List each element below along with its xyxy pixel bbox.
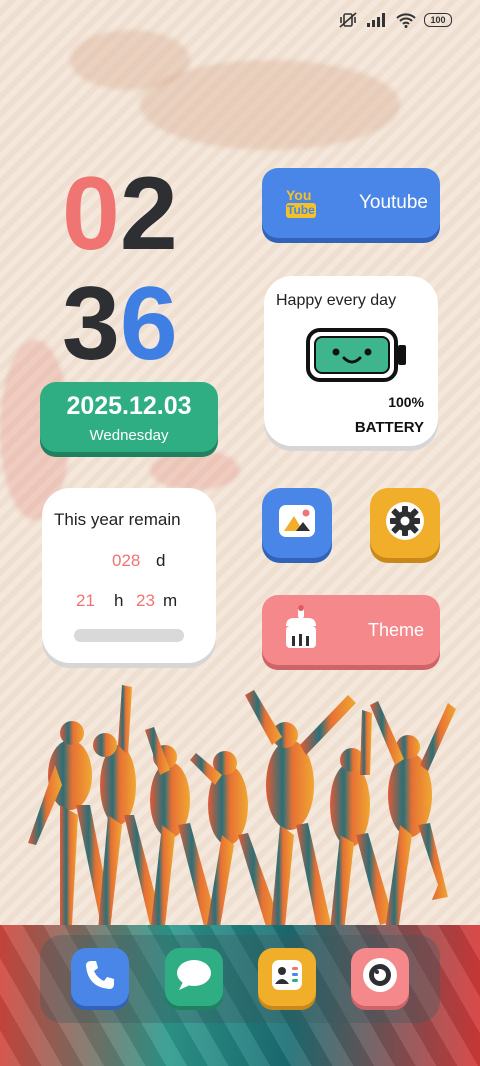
gallery-icon [277, 503, 317, 544]
date-text: 2025.12.03 [66, 392, 192, 420]
paint-brush-icon [282, 604, 320, 657]
date-widget[interactable]: 2025.12.03 Wednesday [40, 382, 218, 452]
battery-label: BATTERY [354, 419, 424, 436]
battery-face-icon [306, 328, 410, 389]
settings-app-button[interactable] [370, 488, 440, 558]
battery-icon: 100 [424, 13, 452, 27]
messages-app-button[interactable] [165, 948, 223, 1006]
dancers-illustration [0, 675, 480, 950]
phone-icon [83, 958, 117, 997]
contacts-app-button[interactable] [258, 948, 316, 1006]
weekday-text: Wednesday [89, 427, 169, 444]
theme-app-label: Theme [367, 619, 424, 640]
battery-percent: 100% [388, 394, 424, 410]
wifi-icon [396, 12, 416, 28]
clock-hour-ones: 2 [119, 156, 178, 272]
camera-app-button[interactable] [351, 948, 409, 1006]
clock-hour-tens: 0 [62, 156, 120, 272]
phone-app-button[interactable] [71, 948, 129, 1006]
camera-icon [361, 956, 399, 999]
mute-vibrate-icon [338, 12, 358, 28]
background-splash [140, 60, 400, 150]
battery-widget-title: Happy every day [276, 292, 397, 309]
youtube-app-label: Youtube [358, 192, 428, 213]
days-unit: d [156, 551, 166, 570]
youtube-logo-icon: You Tube [286, 188, 316, 218]
clock-widget[interactable]: 0 2 3 6 [62, 160, 202, 378]
contacts-icon [269, 957, 305, 998]
year-remain-widget[interactable]: This year remain 028 d 21 h 23 m [42, 488, 216, 663]
home-screen: 100 0 2 3 6 2025.12.03 Wednesday You Tub… [0, 0, 480, 1066]
battery-widget[interactable]: Happy every day 100% BATTERY [264, 276, 438, 446]
status-bar: 100 [338, 12, 452, 28]
clock-minute-ones: 6 [119, 266, 178, 382]
theme-app-button[interactable]: Theme [262, 595, 440, 665]
youtube-app-button[interactable]: You Tube Youtube [262, 168, 440, 238]
hours-unit: h [114, 591, 124, 610]
youtube-logo-bottom: Tube [286, 203, 316, 218]
background-splash [150, 450, 240, 490]
gear-icon [384, 500, 426, 547]
signal-icon [366, 12, 388, 28]
minutes-value: 23 [136, 591, 155, 610]
hours-value: 21 [76, 591, 95, 610]
message-icon [175, 958, 213, 997]
youtube-logo-top: You [286, 187, 312, 203]
clock-minute-tens: 3 [62, 266, 120, 382]
days-value: 028 [112, 551, 141, 570]
gallery-app-button[interactable] [262, 488, 332, 558]
year-remain-title: This year remain [54, 510, 181, 529]
year-progress-bar [74, 629, 184, 642]
minutes-unit: m [163, 591, 178, 610]
